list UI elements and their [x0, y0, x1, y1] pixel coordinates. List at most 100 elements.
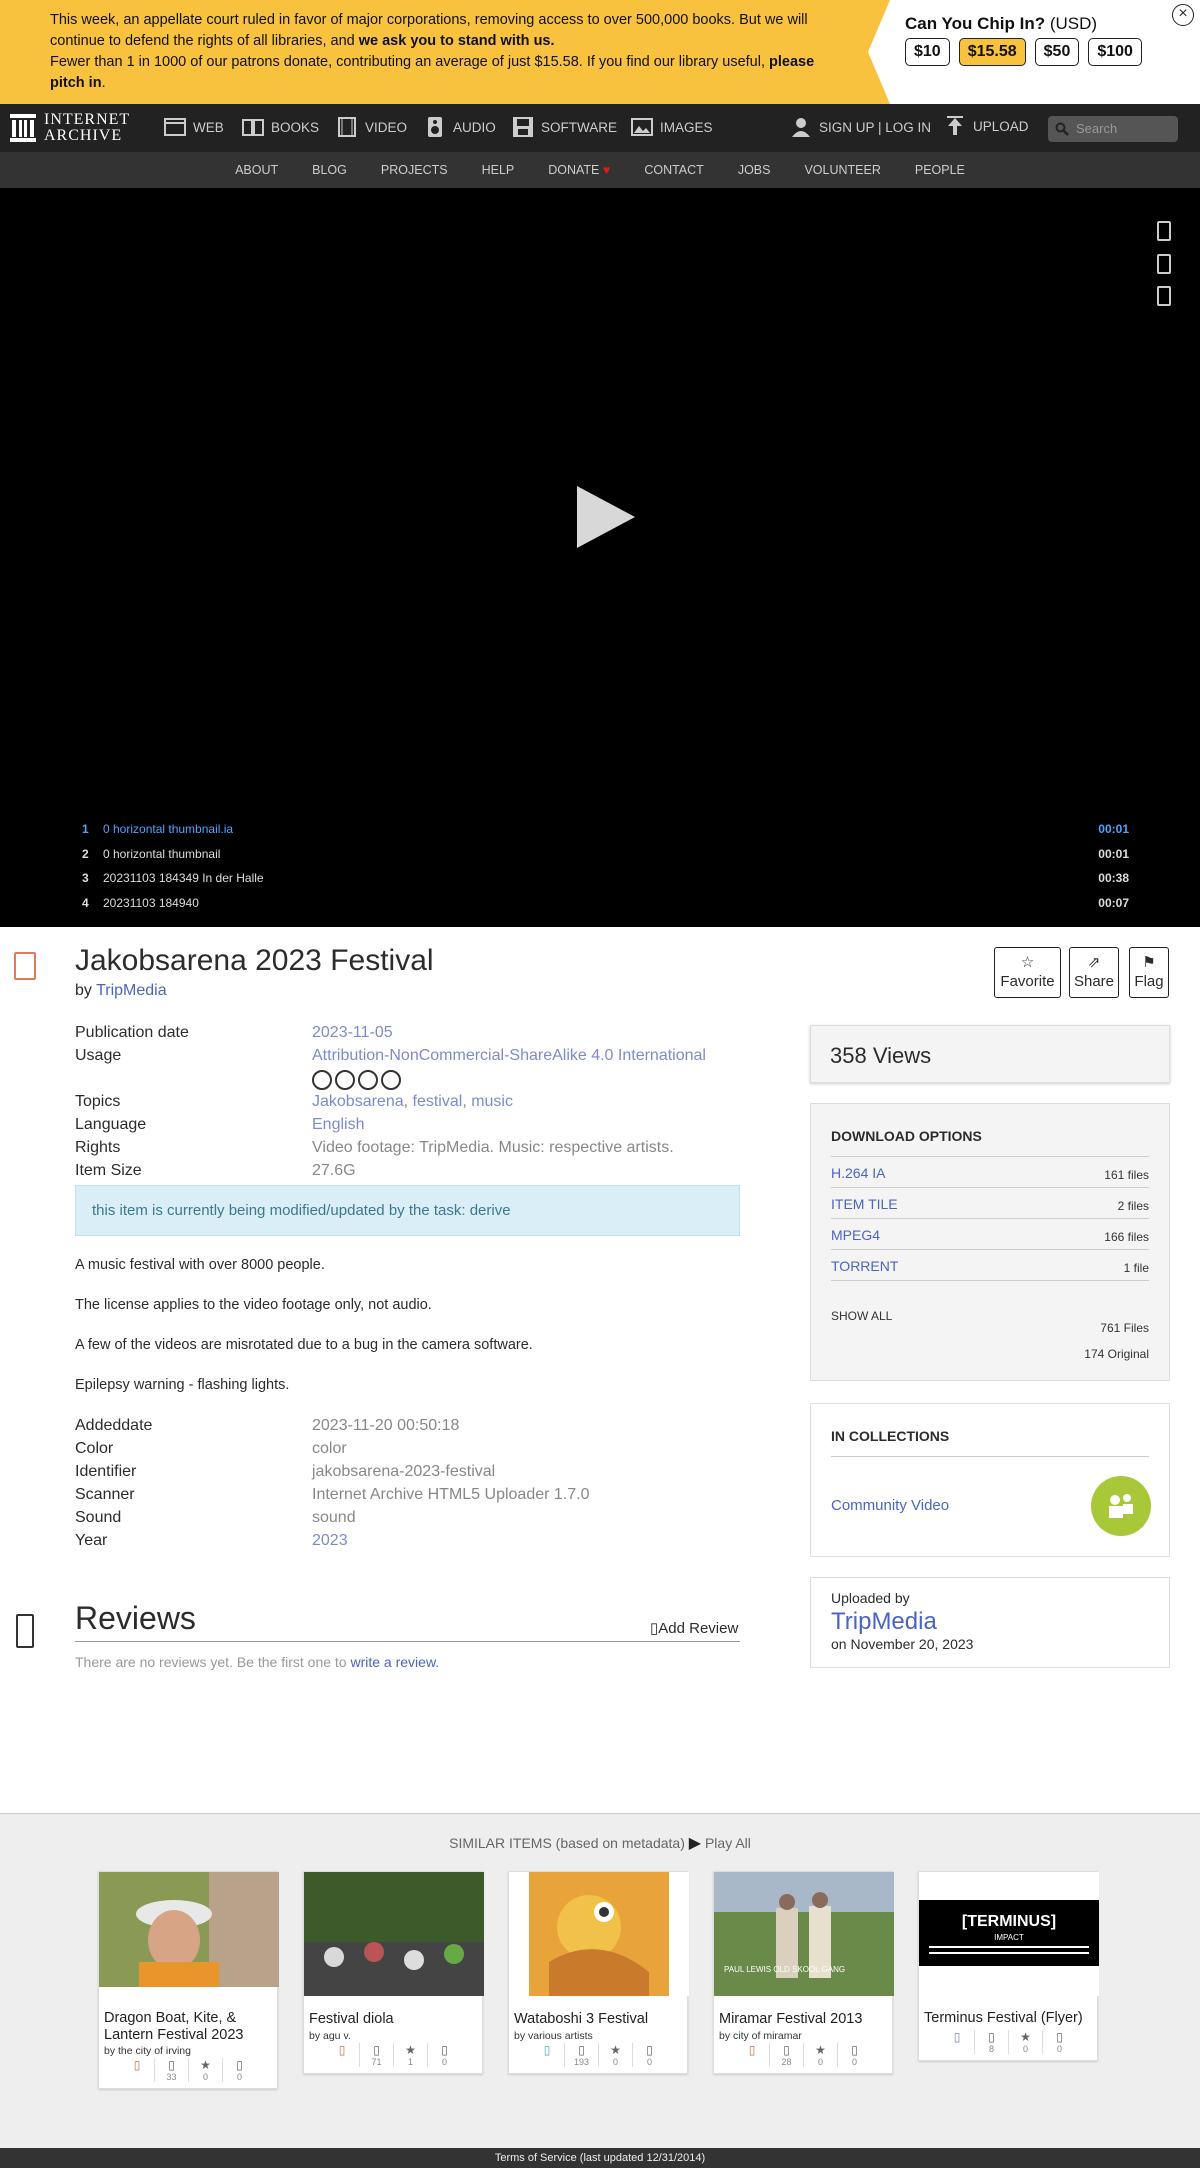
meta-key: Scanner	[75, 1486, 135, 1503]
player-side-icon-2[interactable]	[1157, 254, 1171, 274]
topic-link[interactable]: music	[471, 1093, 513, 1110]
close-banner-button[interactable]: ×	[1172, 4, 1194, 26]
favorite-button[interactable]: ☆ Favorite	[994, 947, 1061, 998]
playlist-item[interactable]: 4 20231103 184940 00:07	[0, 891, 1200, 916]
topic-link[interactable]: festival	[413, 1093, 463, 1110]
add-review-button[interactable]: ▯Add Review	[650, 1619, 738, 1637]
uploader-link[interactable]: TripMedia	[831, 1608, 1169, 1636]
play-icon[interactable]	[577, 486, 635, 548]
subnav-people[interactable]: PEOPLE	[898, 152, 982, 188]
movie-icon	[14, 952, 36, 980]
similar-item-title: Terminus Festival (Flyer)	[924, 2010, 1083, 2026]
similar-item-stats: ▯ ▯ 8 ★ 0 ▯ 0	[919, 2030, 1097, 2054]
eye-icon: ▯	[988, 2030, 995, 2044]
playlist-title: 0 horizontal thumbnail	[103, 846, 221, 861]
meta-row-usage: Usage Attribution-NonCommercial-ShareAlik…	[75, 1047, 745, 1070]
nav-web[interactable]: WEB	[164, 117, 224, 137]
flyer-subtitle: IMPACT	[994, 1933, 1024, 1942]
license-link[interactable]: Attribution-NonCommercial-ShareAlike 4.0…	[312, 1047, 706, 1064]
playlist-title: 20231103 184940	[103, 895, 199, 910]
subnav-jobs[interactable]: JOBS	[721, 152, 788, 188]
similar-item-creator: by the city of irving	[104, 2045, 191, 2057]
playlist-duration: 00:01	[1098, 822, 1129, 836]
download-row[interactable]: TORRENT 1 file	[831, 1250, 1149, 1281]
meta-row-addeddate: Addeddate 2023-11-20 00:50:18	[75, 1417, 745, 1440]
playlist-item[interactable]: 3 20231103 184349 In der Halle 00:38	[0, 866, 1200, 891]
language-link[interactable]: English	[312, 1116, 364, 1133]
movie-icon: ▯	[338, 2043, 346, 2057]
similar-item-card[interactable]: Festival diola by agu v. ▯ ▯ 71 ★ 1 ▯ 0	[303, 1871, 484, 2074]
logo-text-line1: INTERNET	[44, 111, 131, 128]
search-input[interactable]: Search	[1048, 116, 1178, 142]
subnav-donate[interactable]: DONATE ♥	[531, 152, 627, 188]
playlist-item[interactable]: 1 0 horizontal thumbnail.ia 00:01	[0, 817, 1200, 842]
player-side-icon-3[interactable]	[1157, 286, 1171, 306]
similar-item-stats: ▯ ▯ 71 ★ 1 ▯ 0	[304, 2043, 482, 2067]
player-side-icon-1[interactable]	[1157, 221, 1171, 241]
similar-item-card[interactable]: [TERMINUS] IMPACT Terminus Festival (Flye…	[918, 1871, 1099, 2061]
pubdate-link[interactable]: 2023-11-05	[312, 1024, 393, 1041]
nav-images[interactable]: IMAGES	[631, 117, 713, 137]
subnav-blog[interactable]: BLOG	[295, 152, 364, 188]
download-count: 161 files	[1104, 1168, 1149, 1182]
nav-video[interactable]: VIDEO	[336, 117, 407, 137]
nav-software[interactable]: SOFTWARE	[512, 117, 617, 137]
subnav-projects[interactable]: PROJECTS	[364, 152, 465, 188]
subnav-about[interactable]: ABOUT	[218, 152, 295, 188]
nav-books[interactable]: BOOKS	[242, 117, 319, 137]
year-link[interactable]: 2023	[312, 1532, 348, 1549]
subnav-volunteer[interactable]: VOLUNTEER	[787, 152, 897, 188]
download-row[interactable]: MPEG4 166 files	[831, 1219, 1149, 1250]
amount-button-10[interactable]: $10	[905, 38, 950, 66]
meta-row-identifier: Identifier jakobsarena-2023-festival	[75, 1463, 745, 1486]
meta-key: Item Size	[75, 1162, 142, 1179]
playlist-item[interactable]: 2 0 horizontal thumbnail 00:01	[0, 842, 1200, 867]
meta-value: Internet Archive HTML5 Uploader 1.7.0	[312, 1486, 590, 1503]
meta-row-year: Year 2023	[75, 1532, 745, 1555]
chip-title-text: Can You Chip In?	[905, 14, 1046, 33]
similar-item-card[interactable]: Wataboshi 3 Festival by various artists …	[508, 1871, 689, 2074]
similar-item-thumbnail	[99, 1872, 279, 1987]
reviews-count: 0	[236, 2072, 242, 2082]
similar-item-thumbnail: [TERMINUS] IMPACT	[919, 1872, 1099, 1996]
reviews-stat: ▯ 0	[632, 2043, 666, 2067]
flag-button[interactable]: ⚑ Flag	[1129, 947, 1169, 998]
subnav-help[interactable]: HELP	[465, 152, 532, 188]
reviews-count: 0	[1056, 2044, 1062, 2054]
archive-building-icon	[10, 114, 36, 142]
similar-item-card[interactable]: PAUL LEWIS OLD SKOOL GANG Miramar Festiv…	[713, 1871, 894, 2074]
similar-item-card[interactable]: Dragon Boat, Kite, & Lantern Festival 20…	[98, 1871, 279, 2089]
images-icon	[631, 118, 653, 136]
meta-row-rights: Rights Video footage: TripMedia. Music: r…	[75, 1139, 745, 1162]
play-all-button[interactable]: ▶ Play All	[689, 1835, 751, 1852]
meta-value: color	[312, 1440, 347, 1457]
internet-archive-logo[interactable]: INTERNET ARCHIVE	[10, 112, 130, 144]
community-video-icon[interactable]	[1091, 1476, 1151, 1536]
subnav-contact[interactable]: CONTACT	[627, 152, 721, 188]
topic-link[interactable]: Jakobsarena	[312, 1093, 404, 1110]
views-count: 33	[166, 2072, 177, 2082]
by-icon	[335, 1070, 355, 1090]
media-type-stat: ▯	[530, 2043, 564, 2067]
upload-date: on November 20, 2023	[831, 1636, 974, 1652]
amount-button-15-58[interactable]: $15.58	[958, 38, 1026, 66]
playlist-title: 0 horizontal thumbnail.ia	[103, 822, 234, 836]
amount-button-100[interactable]: $100	[1088, 38, 1142, 66]
download-format: MPEG4	[831, 1227, 881, 1243]
download-row[interactable]: H.264 IA 161 files	[831, 1157, 1149, 1188]
write-review-link[interactable]: write a review.	[350, 1654, 439, 1670]
views-stat: ▯ 33	[154, 2058, 188, 2082]
nav-software-label: SOFTWARE	[541, 119, 617, 135]
creator-link[interactable]: TripMedia	[96, 982, 167, 999]
poster-text: PAUL LEWIS OLD SKOOL GANG	[724, 1965, 845, 1974]
movie-icon: ▯	[748, 2043, 756, 2057]
amount-button-50[interactable]: $50	[1034, 38, 1080, 66]
playlist-number: 3	[82, 871, 89, 885]
nav-audio[interactable]: AUDIO	[424, 117, 496, 137]
nav-signup-login[interactable]: SIGN UP | LOG IN	[790, 117, 931, 137]
download-row[interactable]: ITEM TILE 2 files	[831, 1188, 1149, 1219]
terms-of-service-link[interactable]: Terms of Service (last updated 12/31/201…	[0, 2148, 1200, 2168]
share-button[interactable]: ⇗ Share	[1069, 947, 1119, 998]
collection-link[interactable]: Community Video	[831, 1497, 949, 1514]
nav-upload[interactable]: UPLOAD	[944, 116, 1029, 136]
